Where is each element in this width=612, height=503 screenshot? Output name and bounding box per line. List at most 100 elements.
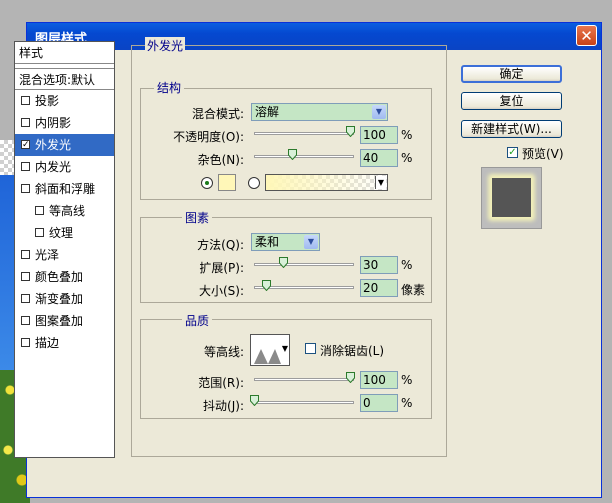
noise-input[interactable]: 40 — [360, 149, 398, 167]
noise-label: 杂色(N): — [197, 153, 244, 167]
range-input[interactable]: 100 — [360, 371, 398, 389]
opacity-slider-thumb[interactable] — [346, 126, 355, 137]
solid-color-radio[interactable] — [201, 177, 213, 189]
blend-mode-select[interactable]: 溶解 ▼ — [251, 103, 388, 121]
style-item-label: 图案叠加 — [35, 314, 84, 328]
size-input[interactable]: 20 — [360, 279, 398, 297]
chevron-down-icon: ▼ — [375, 176, 386, 189]
size-unit: 像素 — [401, 283, 426, 297]
style-item-12[interactable]: 描边 — [15, 332, 114, 354]
slider-thumb-icon — [346, 126, 355, 137]
quality-title: 品质 — [182, 312, 213, 329]
style-item-label: 描边 — [35, 336, 60, 350]
panel-title: 外发光 — [145, 37, 186, 54]
jitter-label: 抖动(J): — [203, 399, 244, 413]
spread-input[interactable]: 30 — [360, 256, 398, 274]
chevron-down-icon: ▼ — [372, 105, 386, 119]
style-item-label: 渐变叠加 — [35, 292, 84, 306]
jitter-slider-thumb[interactable] — [250, 395, 259, 406]
style-item-3[interactable]: ✓ 外发光 — [15, 134, 114, 156]
style-checkbox[interactable] — [21, 184, 30, 193]
style-checkbox[interactable] — [21, 316, 30, 325]
slider-thumb-icon — [250, 395, 259, 406]
slider-thumb-icon — [278, 257, 288, 268]
close-button[interactable]: ✕ — [576, 25, 597, 46]
blend-mode-label: 混合模式: — [191, 107, 244, 121]
style-checkbox[interactable] — [21, 294, 30, 303]
style-item-label: 光泽 — [35, 248, 60, 262]
contour-picker[interactable]: ▼ — [250, 334, 290, 366]
style-item-label: 纹理 — [49, 226, 74, 240]
style-item-label: 斜面和浮雕 — [35, 182, 96, 196]
noise-unit: % — [401, 151, 413, 165]
style-checkbox[interactable] — [21, 118, 30, 127]
style-preview — [481, 167, 542, 229]
opacity-label: 不透明度(O): — [173, 130, 244, 144]
anti-alias-label: 消除锯齿(L) — [320, 344, 385, 358]
style-item-2[interactable]: 内阴影 — [15, 112, 114, 134]
noise-slider-thumb[interactable] — [288, 149, 298, 160]
anti-alias-checkbox[interactable] — [305, 343, 316, 354]
size-label: 大小(S): — [198, 284, 244, 298]
elements-title: 图素 — [182, 209, 213, 226]
range-unit: % — [401, 373, 413, 387]
jitter-input[interactable]: 0 — [360, 394, 398, 412]
close-icon: ✕ — [580, 27, 593, 45]
style-item-1[interactable]: 投影 — [15, 90, 114, 112]
slider-thumb-icon — [261, 280, 271, 291]
range-label: 范围(R): — [198, 376, 244, 390]
preview-checkbox[interactable]: ✓ — [507, 147, 518, 158]
style-checkbox[interactable] — [35, 228, 44, 237]
spread-slider-thumb[interactable] — [278, 257, 288, 268]
contour-preview-icon — [254, 349, 281, 364]
reset-button[interactable]: 复位 — [461, 92, 562, 110]
style-item-label: 内阴影 — [35, 116, 72, 130]
chevron-down-icon: ▼ — [304, 235, 318, 249]
style-checkbox[interactable] — [21, 338, 30, 347]
style-item-9[interactable]: 颜色叠加 — [15, 266, 114, 288]
glow-color-swatch[interactable] — [218, 174, 236, 191]
new-style-button[interactable]: 新建样式(W)... — [461, 120, 562, 138]
size-slider-thumb[interactable] — [261, 280, 271, 291]
technique-select[interactable]: 柔和 ▼ — [251, 233, 320, 251]
style-checkbox[interactable] — [21, 96, 30, 105]
blend-options-item[interactable]: 混合选项:默认 — [15, 68, 114, 90]
style-item-7[interactable]: 纹理 — [15, 222, 114, 244]
spread-slider-track[interactable] — [254, 263, 354, 266]
jitter-unit: % — [401, 396, 413, 410]
style-checkbox[interactable] — [21, 250, 30, 259]
opacity-slider-track[interactable] — [254, 132, 354, 135]
style-checkbox[interactable]: ✓ — [21, 140, 30, 150]
style-item-10[interactable]: 渐变叠加 — [15, 288, 114, 310]
technique-label: 方法(Q): — [197, 238, 244, 252]
ok-button[interactable]: 确定 — [461, 65, 562, 83]
style-item-5[interactable]: 斜面和浮雕 — [15, 178, 114, 200]
noise-slider-track[interactable] — [254, 155, 354, 158]
styles-header[interactable]: 样式 — [15, 42, 114, 64]
chevron-down-icon: ▼ — [281, 344, 288, 353]
style-checkbox[interactable] — [21, 272, 30, 281]
range-slider-track[interactable] — [254, 378, 354, 381]
range-slider-thumb[interactable] — [346, 372, 355, 383]
opacity-input[interactable]: 100 — [360, 126, 398, 144]
gradient-picker[interactable]: ▼ — [265, 174, 388, 191]
style-checkbox[interactable] — [21, 162, 30, 171]
preview-label: 预览(V) — [522, 147, 564, 161]
style-item-11[interactable]: 图案叠加 — [15, 310, 114, 332]
styles-list: 样式 混合选项:默认 投影内阴影 ✓ 外发光内发光斜面和浮雕等高线纹理光泽颜色叠加渐… — [14, 41, 115, 458]
style-item-6[interactable]: 等高线 — [15, 200, 114, 222]
opacity-unit: % — [401, 128, 413, 142]
style-item-label: 投影 — [35, 94, 60, 108]
style-item-label: 颜色叠加 — [35, 270, 84, 284]
style-checkbox[interactable] — [35, 206, 44, 215]
contour-label: 等高线: — [203, 345, 244, 359]
structure-title: 结构 — [154, 79, 185, 96]
gradient-radio[interactable] — [248, 177, 260, 189]
style-item-8[interactable]: 光泽 — [15, 244, 114, 266]
preview-square — [492, 178, 531, 217]
spread-unit: % — [401, 258, 413, 272]
jitter-slider-track[interactable] — [254, 401, 354, 404]
style-item-4[interactable]: 内发光 — [15, 156, 114, 178]
style-item-label: 等高线 — [49, 204, 86, 218]
style-item-label: 内发光 — [35, 160, 72, 174]
